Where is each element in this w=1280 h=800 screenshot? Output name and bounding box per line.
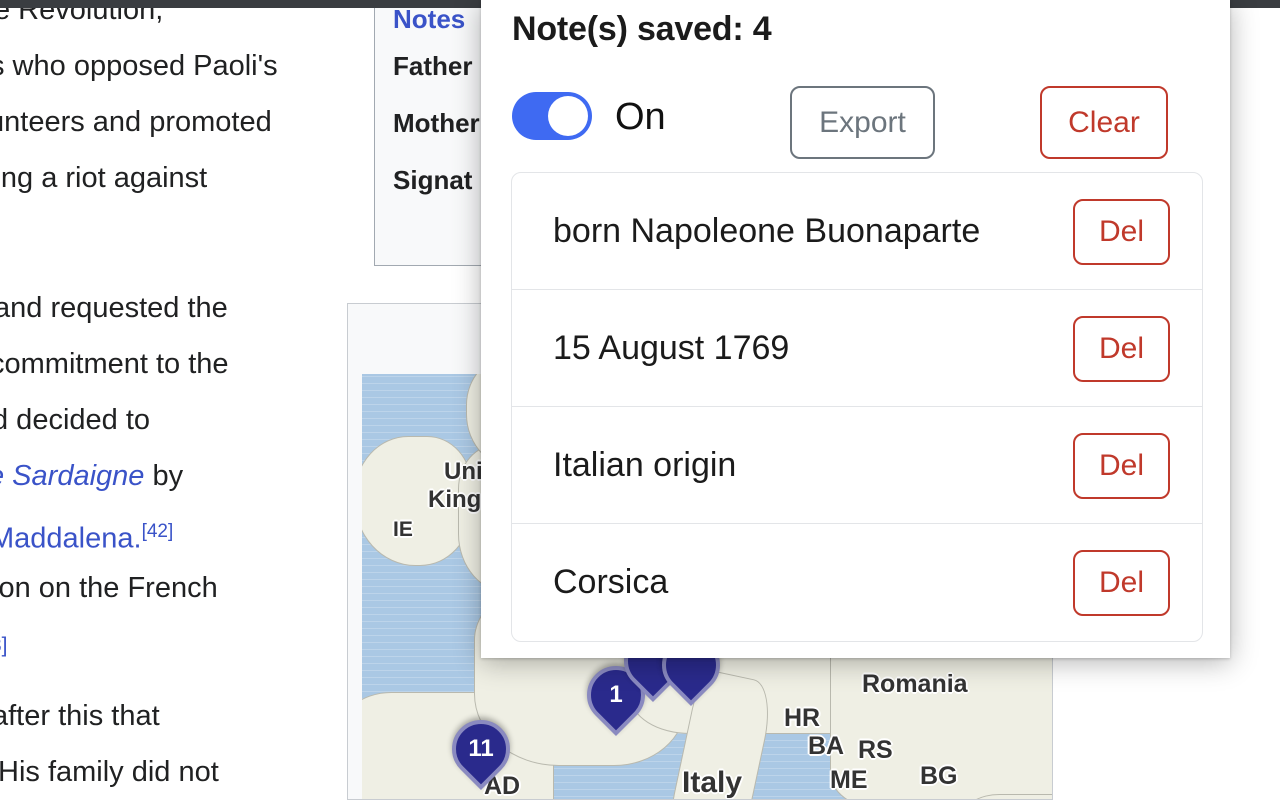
article-line: His family did not: [0, 756, 219, 788]
article-line: commitment to the: [0, 348, 229, 380]
note-text: born Napoleone Buonaparte: [553, 212, 981, 250]
map-label-hr: HR: [784, 704, 821, 732]
article-line: unteers and promoted: [0, 106, 272, 138]
notes-list: born Napoleone Buonaparte Del 15 August …: [511, 172, 1203, 642]
reference-42[interactable]: [42]: [142, 521, 174, 542]
note-list-item: 15 August 1769 Del: [512, 290, 1202, 407]
notes-enabled-toggle[interactable]: [512, 92, 592, 140]
note-delete-button[interactable]: Del: [1073, 199, 1170, 265]
sardaigne-link[interactable]: e Sardaigne: [0, 460, 144, 492]
map-label-ie: IE: [393, 518, 413, 541]
maddalena-link[interactable]: Maddalena.: [0, 523, 142, 555]
toggle-state-label: On: [615, 96, 666, 138]
article-line: e Revolution,: [0, 8, 164, 26]
export-button[interactable]: Export: [790, 86, 935, 159]
infobox-row-signature: Signat: [393, 165, 473, 195]
toggle-knob: [548, 96, 588, 136]
article-line: s who opposed Paoli's: [0, 50, 278, 82]
article-text-by: by: [144, 460, 184, 492]
map-label-rs: RS: [858, 736, 893, 764]
note-delete-button[interactable]: Del: [1073, 550, 1170, 616]
note-text: 15 August 1769: [553, 329, 790, 367]
note-list-item: born Napoleone Buonaparte Del: [512, 173, 1202, 290]
note-text: Corsica: [553, 563, 669, 601]
reference-43[interactable]: 3]: [0, 630, 8, 662]
article-line: after this that: [0, 700, 160, 732]
map-label-italy: Italy: [682, 766, 743, 799]
clear-button[interactable]: Clear: [1040, 86, 1168, 159]
article-line: d decided to: [0, 404, 151, 436]
infobox-notes-link[interactable]: Notes: [393, 8, 465, 35]
infobox-row-father: Father: [393, 51, 473, 81]
article-line-link[interactable]: e Sardaigne by: [0, 460, 183, 492]
infobox-row-mother: Mother: [393, 108, 480, 138]
map-label-bg: BG: [920, 762, 958, 790]
map-label-romania: Romania: [862, 670, 968, 698]
notes-panel-controls: On Export Clear: [512, 86, 1202, 159]
note-delete-button[interactable]: Del: [1073, 316, 1170, 382]
notes-panel-title: Note(s) saved: 4: [512, 10, 772, 48]
article-line: lon on the French: [0, 572, 218, 604]
note-list-item: Italian origin Del: [512, 407, 1202, 524]
article-line: and requested the: [0, 292, 228, 324]
map-pin-count: 11: [468, 735, 494, 762]
note-delete-button[interactable]: Del: [1073, 433, 1170, 499]
article-line-link[interactable]: Maddalena.[42]: [0, 516, 173, 555]
screen-root: e Revolution, s who opposed Paoli's unte…: [0, 0, 1280, 800]
note-text: Italian origin: [553, 446, 737, 484]
article-line: ling a riot against: [0, 162, 208, 194]
note-list-item: Corsica Del: [512, 524, 1202, 641]
wikipedia-article-column: e Revolution, s who opposed Paoli's unte…: [0, 8, 350, 800]
map-label-me: ME: [830, 766, 868, 794]
map-label-ba: BA: [808, 732, 845, 760]
